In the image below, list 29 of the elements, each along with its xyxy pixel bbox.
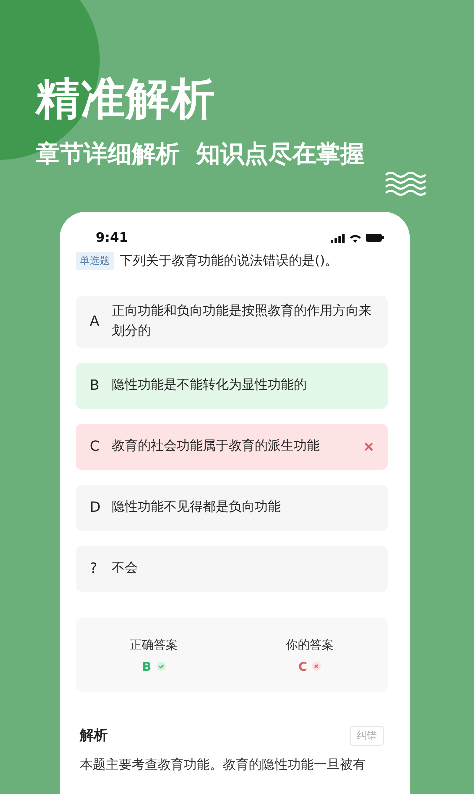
status-time: 9:41 xyxy=(96,230,128,246)
option-letter: C xyxy=(90,439,101,455)
question-text: 下列关于教育功能的说法错误的是()。 xyxy=(120,252,338,270)
analysis-text: 本题主要考查教育功能。教育的隐性功能一旦被有 xyxy=(79,756,367,774)
option-text: 隐性功能不见得都是负向功能 xyxy=(112,499,282,517)
subheadline: 章节详细解析 知识点尽在掌握 xyxy=(36,139,365,170)
option-letter: B xyxy=(90,378,101,394)
battery-icon xyxy=(366,234,384,242)
signal-icon xyxy=(331,234,345,242)
answer-option[interactable]: B 隐性功能是不能转化为显性功能的 xyxy=(76,363,388,409)
analysis-title: 解析 xyxy=(80,727,108,745)
answer-option[interactable]: C 教育的社会功能属于教育的派生功能 xyxy=(76,424,388,470)
answer-label: 你的答案 xyxy=(286,636,334,654)
option-text: 正向功能和负向功能是按照教育的作用方向来划分的 xyxy=(112,302,373,341)
option-letter: D xyxy=(90,500,102,516)
option-text: 隐性功能是不能转化为显性功能的 xyxy=(112,377,308,395)
headline: 精准解析 xyxy=(36,73,216,127)
answer-letter: B xyxy=(142,660,152,674)
option-letter: A xyxy=(90,314,101,330)
answer-option[interactable]: ? 不会 xyxy=(76,546,388,592)
option-letter: ? xyxy=(90,561,98,577)
answer-letter: C xyxy=(298,660,308,674)
option-text: 教育的社会功能属于教育的派生功能 xyxy=(112,438,321,456)
wifi-icon xyxy=(349,234,362,242)
waves-icon xyxy=(384,172,428,198)
option-text: 不会 xyxy=(112,560,139,578)
answer-label: 正确答案 xyxy=(130,636,178,654)
question-type-tag: 单选题 xyxy=(76,252,114,270)
answer-option[interactable]: D 隐性功能不见得都是负向功能 xyxy=(76,485,388,531)
